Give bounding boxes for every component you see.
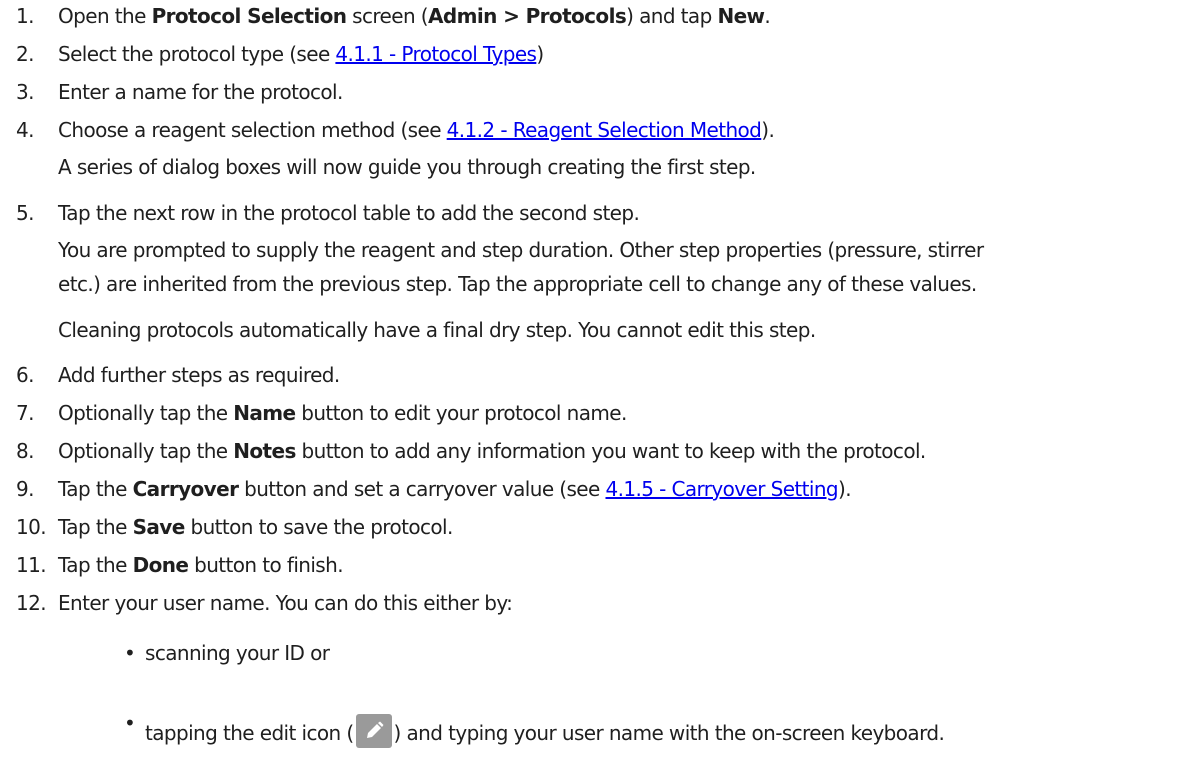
step-number: 8. [16, 439, 34, 463]
step-note: Cleaning protocols automatically have a … [58, 318, 816, 342]
step-number: 5. [16, 201, 34, 225]
procedure-document: 1. Open the Protocol Selection screen (A… [0, 0, 1181, 764]
bold-term: Admin > Protocols [428, 4, 627, 28]
step-number: 10. [16, 515, 47, 539]
step-text: Enter your user name. You can do this ei… [58, 591, 513, 615]
bold-term: Done [132, 553, 189, 577]
step-number: 7. [16, 401, 34, 425]
step-number: 11. [16, 553, 47, 577]
pencil-edit-icon [355, 713, 392, 748]
bullet-text: tapping the edit icon () and typing your… [145, 703, 945, 763]
step-number: 1. [16, 4, 34, 28]
step-text: Tap the Carryover button and set a carry… [58, 477, 852, 501]
step-number: 9. [16, 477, 34, 501]
step-note: You are prompted to supply the reagent a… [58, 238, 984, 262]
step-text: Select the protocol type (see 4.1.1 - Pr… [58, 42, 544, 66]
step-note: etc.) are inherited from the previous st… [58, 272, 977, 296]
step-number: 6. [16, 363, 34, 387]
reagent-selection-method-link[interactable]: 4.1.2 - Reagent Selection Method [447, 118, 762, 142]
step-note: A series of dialog boxes will now guide … [58, 155, 756, 179]
bullet-icon: • [124, 711, 136, 735]
protocol-types-link[interactable]: 4.1.1 - Protocol Types [335, 42, 537, 66]
bold-term: Name [233, 401, 296, 425]
step-text: Add further steps as required. [58, 363, 340, 387]
bold-term: Save [132, 515, 186, 539]
step-number: 2. [16, 42, 34, 66]
step-text: Optionally tap the Notes button to add a… [58, 439, 926, 463]
bold-term: New [717, 4, 765, 28]
bold-term: Protocol Selection [151, 4, 347, 28]
bullet-icon: • [124, 641, 136, 665]
step-text: Optionally tap the Name button to edit y… [58, 401, 627, 425]
step-text: Open the Protocol Selection screen (Admi… [58, 4, 771, 28]
bold-term: Notes [233, 439, 296, 463]
step-number: 4. [16, 118, 34, 142]
step-number: 12. [16, 591, 47, 615]
step-text: Enter a name for the protocol. [58, 80, 343, 104]
step-text: Tap the Done button to finish. [58, 553, 344, 577]
step-text: Choose a reagent selection method (see 4… [58, 118, 775, 142]
step-text: Tap the next row in the protocol table t… [58, 201, 640, 225]
carryover-setting-link[interactable]: 4.1.5 - Carryover Setting [605, 477, 838, 501]
step-text: Tap the Save button to save the protocol… [58, 515, 453, 539]
bold-term: Carryover [132, 477, 239, 501]
bullet-text: scanning your ID or [145, 641, 330, 665]
step-number: 3. [16, 80, 34, 104]
